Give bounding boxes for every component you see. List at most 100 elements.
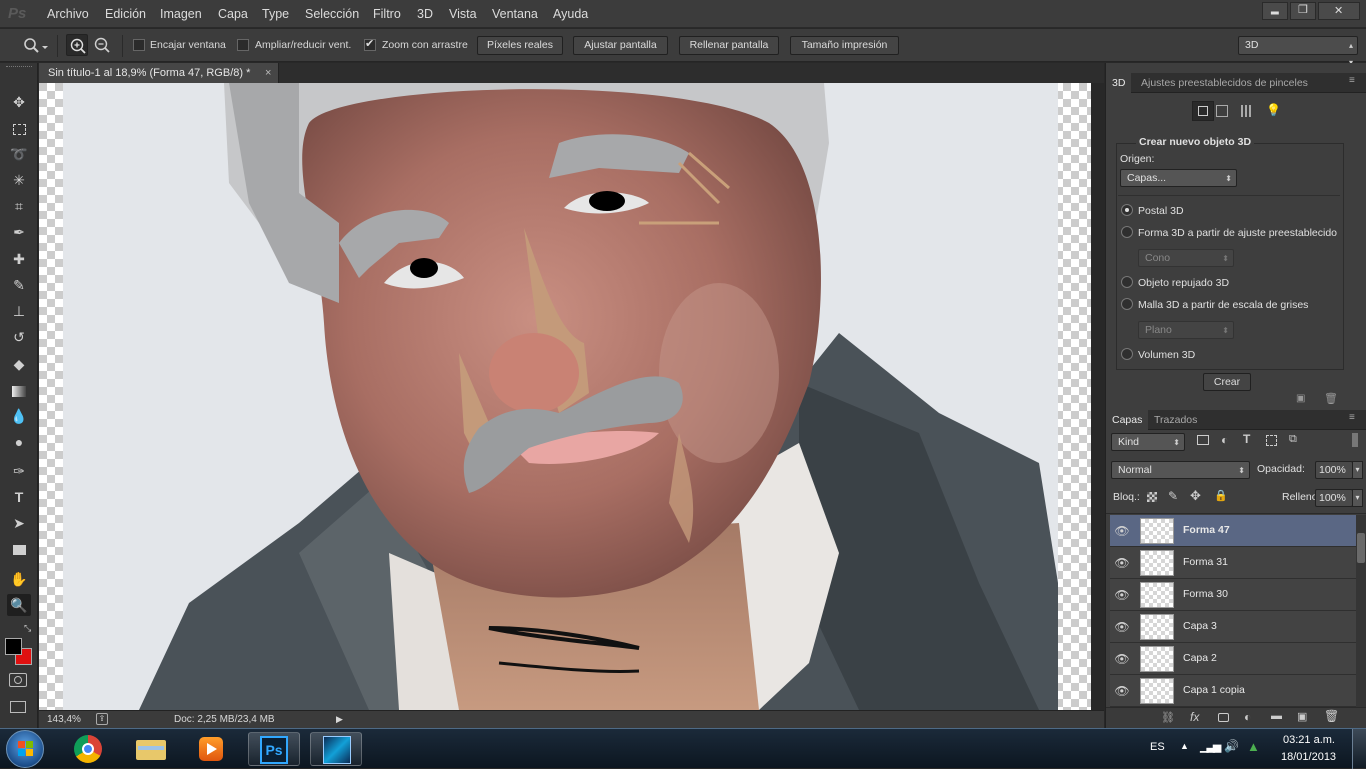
- healing-icon[interactable]: ✚: [7, 248, 31, 270]
- status-export-icon[interactable]: ⇪: [96, 713, 108, 725]
- menu-capa[interactable]: Capa: [218, 7, 248, 21]
- tab-capas[interactable]: Capas: [1106, 410, 1149, 430]
- zoom-out-icon[interactable]: [91, 34, 113, 56]
- eye-icon[interactable]: 👁: [1114, 588, 1130, 602]
- clock-date[interactable]: 18/01/2013: [1281, 751, 1336, 763]
- crop-icon[interactable]: ⌗: [7, 195, 31, 217]
- eyedropper-icon[interactable]: ✒: [7, 221, 31, 243]
- eye-icon[interactable]: 👁: [1114, 652, 1130, 666]
- new-group-icon[interactable]: ▬: [1271, 710, 1282, 722]
- filter-pixel-icon[interactable]: [1197, 435, 1209, 445]
- move-icon[interactable]: ✥: [7, 91, 31, 113]
- 3d-scene-filter-icon[interactable]: [1192, 101, 1214, 121]
- layers-menu-icon[interactable]: ≡: [1349, 412, 1355, 423]
- eye-icon[interactable]: 👁: [1114, 684, 1130, 698]
- foreground-color-swatch[interactable]: [5, 638, 22, 655]
- tab-trazados[interactable]: Trazados: [1148, 410, 1203, 430]
- new-item-icon[interactable]: ▣: [1296, 393, 1305, 404]
- lock-position-icon[interactable]: ✥: [1190, 488, 1201, 504]
- menu-imagen[interactable]: Imagen: [160, 7, 202, 21]
- fx-icon[interactable]: fx: [1190, 710, 1199, 724]
- media-player-icon[interactable]: [185, 732, 237, 766]
- opacity-dropdown-icon[interactable]: ▾: [1352, 461, 1363, 479]
- document-tab[interactable]: Sin título-1 al 18,9% (Forma 47, RGB/8) …: [39, 63, 279, 83]
- status-menu-arrow-icon[interactable]: ▶: [336, 714, 343, 725]
- brush-icon[interactable]: ✎: [7, 274, 31, 296]
- drive-sync-icon[interactable]: ▲: [1247, 739, 1260, 754]
- history-brush-icon[interactable]: ↺: [7, 326, 31, 348]
- filter-adjustment-icon[interactable]: ◐: [1221, 433, 1228, 447]
- menu-filtro[interactable]: Filtro: [373, 7, 401, 21]
- eraser-icon[interactable]: ◆: [7, 353, 31, 375]
- tab-3d[interactable]: 3D: [1106, 73, 1132, 93]
- ajustar-pantalla-button[interactable]: Ajustar pantalla: [573, 36, 668, 55]
- zoom-icon[interactable]: 🔍: [7, 594, 31, 616]
- zoom-level[interactable]: 143,4%: [47, 714, 81, 725]
- rellenar-pantalla-button[interactable]: Rellenar pantalla: [679, 36, 779, 55]
- game-icon[interactable]: [310, 732, 362, 766]
- type-icon[interactable]: T: [7, 486, 31, 508]
- layer-row[interactable]: 👁 Capa 2: [1110, 643, 1356, 675]
- ampliar-reducir-checkbox[interactable]: [237, 39, 249, 51]
- fill-dropdown-icon[interactable]: ▾: [1352, 489, 1363, 507]
- tab-ajustes-pinceles[interactable]: Ajustes preestablecidos de pinceles: [1135, 73, 1314, 93]
- explorer-icon[interactable]: [124, 732, 176, 766]
- close-tab-icon[interactable]: ×: [265, 63, 271, 83]
- filter-shape-icon[interactable]: [1266, 435, 1277, 446]
- menu-vista[interactable]: Vista: [449, 7, 477, 21]
- delete-layer-icon[interactable]: 🗑: [1324, 709, 1339, 723]
- lock-all-icon[interactable]: 🔒: [1214, 489, 1228, 502]
- filter-toggle[interactable]: [1352, 433, 1358, 447]
- path-select-icon[interactable]: ➤: [7, 512, 31, 534]
- radio-volumen-3d[interactable]: [1121, 348, 1133, 360]
- quick-mask-icon[interactable]: [9, 673, 27, 687]
- layers-scrollbar[interactable]: [1356, 515, 1366, 707]
- radio-objeto-repujado[interactable]: [1121, 276, 1133, 288]
- panel-menu-icon[interactable]: ≡: [1349, 75, 1355, 86]
- add-mask-icon[interactable]: [1218, 713, 1229, 722]
- radio-postal-3d[interactable]: [1121, 204, 1133, 216]
- menu-archivo[interactable]: Archivo: [47, 7, 89, 21]
- new-layer-icon[interactable]: ▣: [1297, 710, 1307, 723]
- 3d-material-filter-icon[interactable]: [1241, 105, 1253, 117]
- origen-select[interactable]: Capas... ⬍: [1120, 169, 1237, 187]
- opacity-input[interactable]: 100%: [1315, 461, 1353, 479]
- fill-input[interactable]: 100%: [1315, 489, 1353, 507]
- 3d-light-filter-icon[interactable]: 💡: [1266, 103, 1281, 117]
- volume-icon[interactable]: 🔊: [1224, 739, 1239, 753]
- encajar-ventana-checkbox[interactable]: [133, 39, 145, 51]
- layer-row[interactable]: 👁 Forma 47: [1110, 515, 1356, 547]
- layer-filter-kind-select[interactable]: Kind ⬍: [1111, 433, 1185, 451]
- screen-mode-icon[interactable]: [10, 701, 26, 713]
- restore-button[interactable]: ❐: [1290, 2, 1316, 20]
- menu-edicion[interactable]: Edición: [105, 7, 146, 21]
- eye-icon[interactable]: 👁: [1114, 556, 1130, 570]
- stamp-icon[interactable]: ⊥: [7, 300, 31, 322]
- chrome-icon[interactable]: [62, 732, 114, 766]
- gradient-icon[interactable]: [7, 379, 31, 401]
- crear-button[interactable]: Crear: [1203, 373, 1251, 391]
- layer-row[interactable]: 👁 Forma 30: [1110, 579, 1356, 611]
- radio-forma-3d[interactable]: [1121, 226, 1133, 238]
- eye-icon[interactable]: 👁: [1114, 620, 1130, 634]
- menu-seleccion[interactable]: Selección: [305, 7, 359, 21]
- menu-ventana[interactable]: Ventana: [492, 7, 538, 21]
- adjustment-layer-icon[interactable]: ◐: [1244, 710, 1251, 724]
- layer-row[interactable]: 👁 Capa 1 copia: [1110, 675, 1356, 707]
- show-hidden-icons-icon[interactable]: ▲: [1180, 741, 1189, 751]
- lock-pixels-icon[interactable]: ✎: [1168, 489, 1178, 503]
- canvas-area[interactable]: [39, 83, 1104, 710]
- eye-icon[interactable]: 👁: [1114, 524, 1130, 538]
- panel-grip[interactable]: [6, 66, 32, 69]
- rectangle-icon[interactable]: [7, 538, 31, 560]
- workspace-select[interactable]: 3D ▴▾: [1238, 36, 1358, 67]
- zoom-arrastre-checkbox[interactable]: [364, 37, 376, 51]
- hand-icon[interactable]: ✋: [7, 568, 31, 590]
- menu-type[interactable]: Type: [262, 7, 289, 21]
- menu-3d[interactable]: 3D: [417, 7, 433, 21]
- photoshop-icon[interactable]: Ps: [248, 732, 300, 766]
- marquee-icon[interactable]: [7, 117, 31, 139]
- layer-row[interactable]: 👁 Capa 3: [1110, 611, 1356, 643]
- lasso-icon[interactable]: ➰: [7, 143, 31, 165]
- blend-mode-select[interactable]: Normal ⬍: [1111, 461, 1250, 479]
